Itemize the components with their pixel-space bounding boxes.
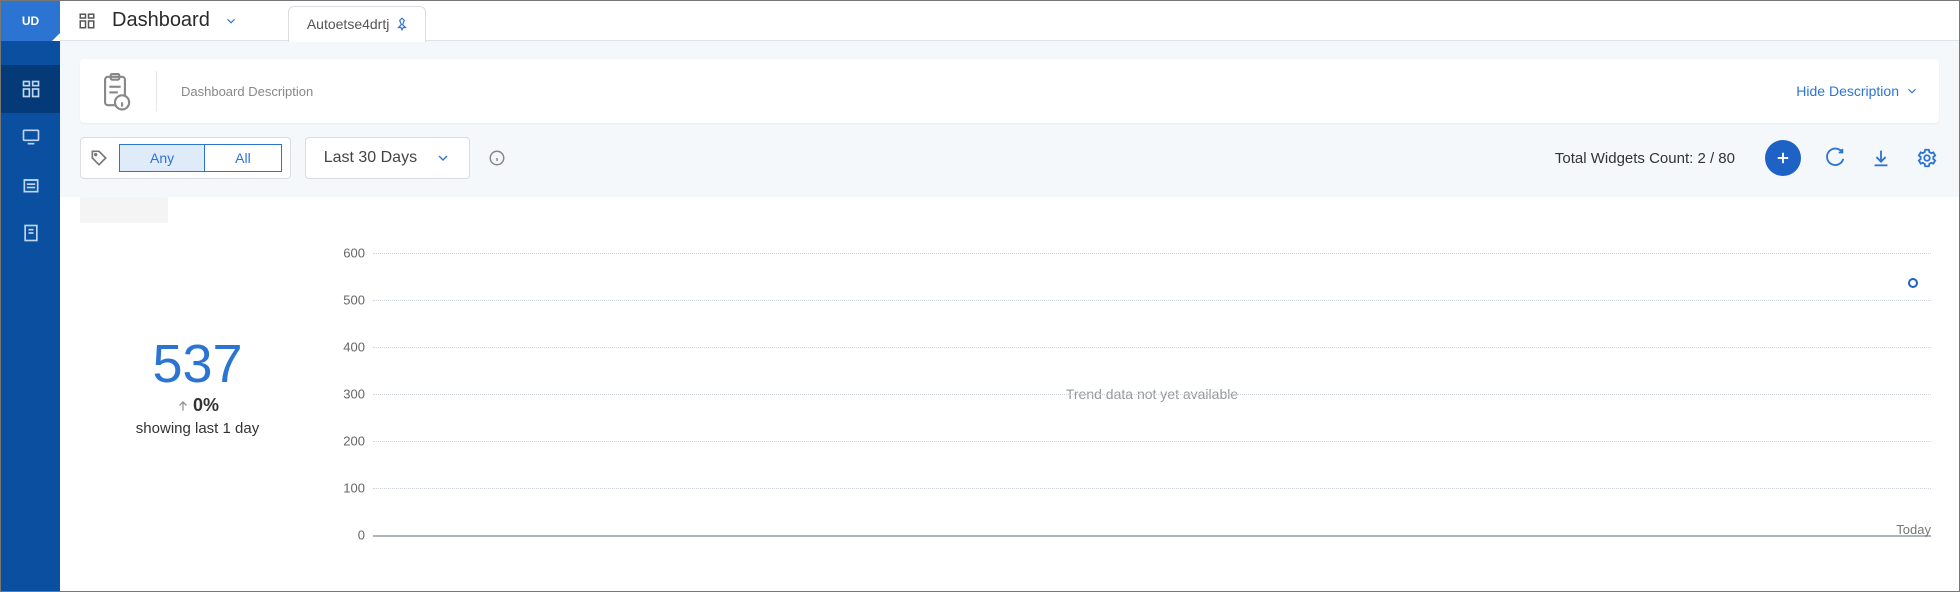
- kpi-value: 537: [80, 333, 315, 395]
- tag-mode-any[interactable]: Any: [120, 145, 205, 171]
- widget-area: 537 0% showing last 1 day 0 100 200 300 400 5…: [60, 197, 1959, 591]
- description-panel: Dashboard Description Hide Description: [80, 59, 1939, 123]
- y-tick: 200: [343, 434, 365, 449]
- y-tick: 500: [343, 293, 365, 308]
- controls-bar: Any All Last 30 Days Total Widgets Count…: [60, 123, 1959, 197]
- tab-current[interactable]: Autoetse4drtj: [288, 6, 427, 42]
- y-tick: 400: [343, 340, 365, 355]
- refresh-button[interactable]: [1823, 146, 1847, 170]
- reports-icon: [21, 223, 41, 243]
- settings-button[interactable]: [1915, 146, 1939, 170]
- gridline: [373, 253, 1931, 254]
- nav-monitor[interactable]: [1, 113, 60, 161]
- gridline: [373, 347, 1931, 348]
- gridline: [373, 488, 1931, 489]
- gridline: [373, 441, 1931, 442]
- chevron-down-icon: [224, 14, 238, 28]
- kpi-subtext: showing last 1 day: [80, 420, 315, 437]
- left-rail: UD: [1, 1, 60, 591]
- kpi-delta: 0%: [176, 395, 219, 416]
- arrow-up-icon: [176, 399, 190, 413]
- chevron-down-icon: [1905, 84, 1919, 98]
- y-tick: 300: [343, 387, 365, 402]
- tag-mode-segmented: Any All: [119, 144, 282, 172]
- y-tick: 0: [358, 528, 365, 543]
- dashboard-icon: [21, 79, 41, 99]
- hide-description-label: Hide Description: [1796, 83, 1899, 99]
- gridline: [373, 394, 1931, 395]
- y-tick: 100: [343, 481, 365, 496]
- gear-icon: [1916, 147, 1938, 169]
- description-label: Dashboard Description: [181, 84, 313, 99]
- data-point: [1908, 278, 1918, 288]
- gridline: [373, 300, 1931, 301]
- y-tick: 600: [343, 246, 365, 261]
- monitor-icon: [21, 127, 41, 147]
- app-logo-text: UD: [22, 14, 39, 28]
- kpi-delta-value: 0%: [193, 395, 219, 416]
- add-widget-button[interactable]: [1765, 140, 1801, 176]
- nav-archive[interactable]: [1, 161, 60, 209]
- widget-title-placeholder: [80, 197, 168, 223]
- date-range-select[interactable]: Last 30 Days: [305, 137, 470, 179]
- archive-icon: [21, 175, 41, 195]
- tag-icon: [89, 148, 109, 168]
- chevron-down-icon: [435, 150, 451, 166]
- kpi-block: 537 0% showing last 1 day: [80, 253, 315, 437]
- page-title: Dashboard: [112, 9, 210, 32]
- x-axis-label: Today: [1896, 522, 1931, 537]
- baseline: [373, 535, 1931, 537]
- download-button[interactable]: [1869, 146, 1893, 170]
- hide-description-button[interactable]: Hide Description: [1796, 83, 1919, 99]
- trend-chart: 0100200300400500600 Trend data not yet a…: [315, 253, 1939, 553]
- title-dropdown-button[interactable]: [224, 14, 238, 28]
- download-icon: [1870, 147, 1892, 169]
- plus-icon: [1774, 149, 1792, 167]
- tag-filter-box: Any All: [80, 137, 291, 179]
- dashboard-small-icon: [78, 12, 96, 30]
- nav-reports[interactable]: [1, 209, 60, 257]
- tag-mode-all[interactable]: All: [205, 145, 281, 171]
- date-range-label: Last 30 Days: [324, 149, 417, 167]
- widgets-count-label: Total Widgets Count: 2 / 80: [1555, 150, 1735, 167]
- date-range-info-icon[interactable]: [488, 149, 506, 167]
- tab-label: Autoetse4drtj: [307, 16, 390, 32]
- clipboard-info-icon: [98, 71, 132, 111]
- nav-dashboard[interactable]: [1, 65, 60, 113]
- top-bar: Dashboard Autoetse4drtj: [60, 1, 1959, 41]
- refresh-icon: [1824, 147, 1846, 169]
- pin-icon[interactable]: [395, 17, 409, 31]
- app-logo[interactable]: UD: [1, 1, 60, 41]
